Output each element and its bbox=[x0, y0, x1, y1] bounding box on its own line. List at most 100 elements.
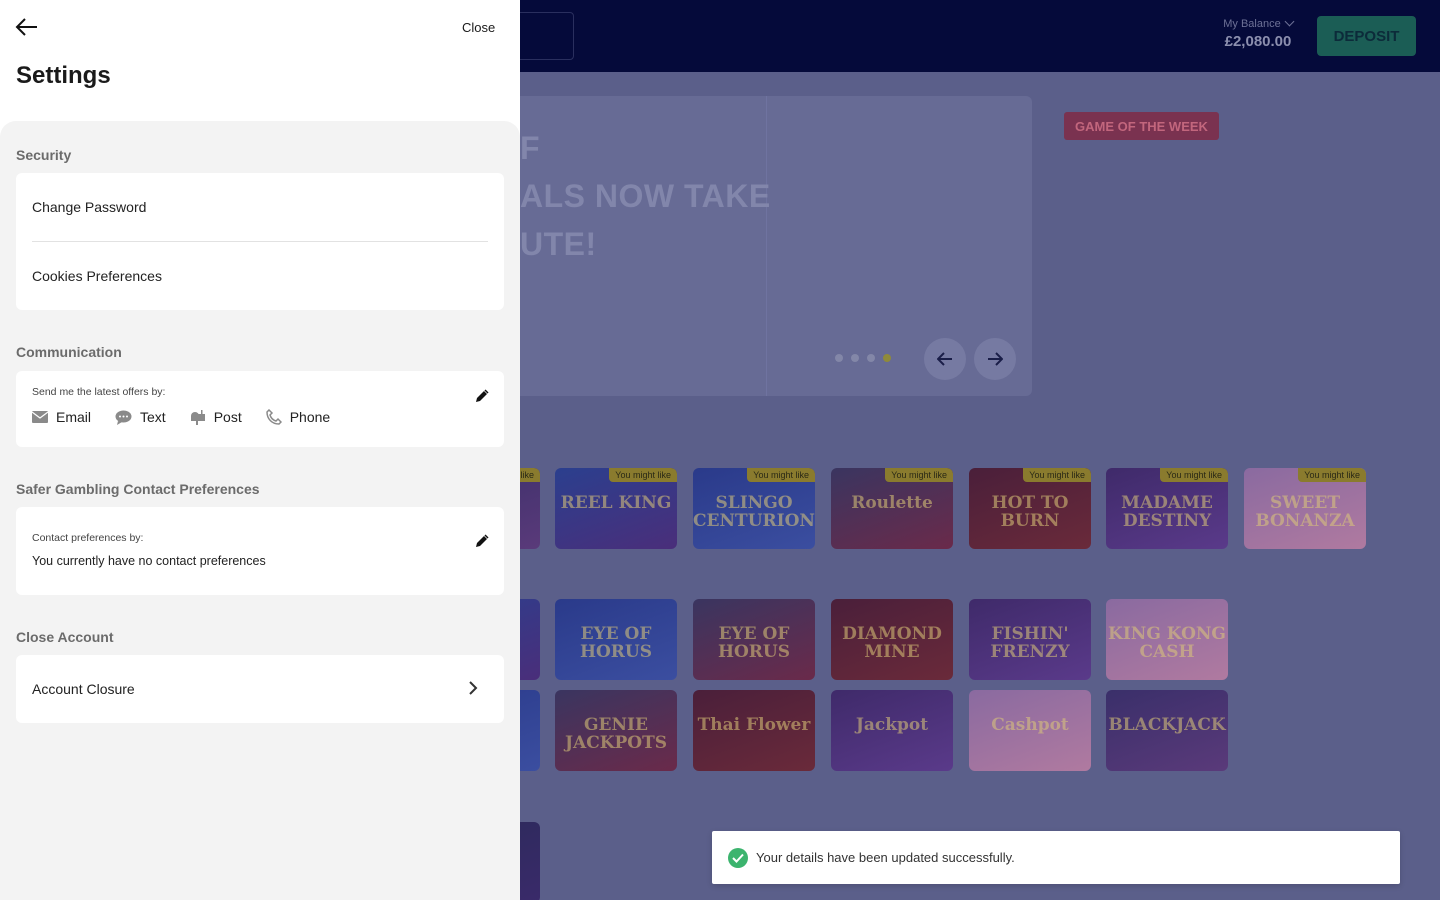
game-title: SWEET BONANZA bbox=[1255, 493, 1355, 531]
section-heading-communication: Communication bbox=[16, 344, 122, 360]
chevron-right-icon bbox=[469, 681, 478, 695]
game-tile[interactable]: DIAMOND MINE bbox=[831, 599, 953, 680]
banner-line: F bbox=[520, 130, 541, 166]
safer-gambling-card: Contact preferences by: You currently ha… bbox=[16, 507, 504, 595]
recommendation-badge: You might like bbox=[1298, 468, 1366, 482]
section-heading-close-account: Close Account bbox=[16, 629, 114, 645]
game-title: Thai Flower bbox=[697, 715, 811, 735]
game-title: GENIE JACKPOTS bbox=[564, 715, 668, 753]
channel-label: Post bbox=[213, 409, 242, 425]
arrow-left-icon bbox=[937, 352, 952, 366]
banner-headline: F ALS NOW TAKE UTE! bbox=[520, 124, 771, 268]
promo-banner: F ALS NOW TAKE UTE! bbox=[480, 96, 1032, 396]
toast-message: Your details have been updated successfu… bbox=[756, 850, 1015, 865]
carousel-dot[interactable] bbox=[851, 354, 859, 362]
game-of-the-week-label: GAME OF THE WEEK bbox=[1064, 112, 1219, 140]
game-tile[interactable]: Thai Flower bbox=[693, 690, 815, 771]
game-tile[interactable]: GENIE JACKPOTS bbox=[555, 690, 677, 771]
game-title: KING KONG CASH bbox=[1108, 624, 1226, 662]
close-button[interactable]: Close bbox=[462, 20, 495, 35]
game-title: EYE OF HORUS bbox=[579, 624, 653, 662]
game-title: EYE OF HORUS bbox=[717, 624, 791, 662]
settings-content: Security Change Password Cookies Prefere… bbox=[0, 121, 520, 900]
game-title: MADAME DESTINY bbox=[1121, 493, 1213, 531]
phone-icon bbox=[265, 409, 282, 425]
game-tile[interactable]: KING KONG CASH bbox=[1106, 599, 1228, 680]
arrow-left-icon bbox=[15, 17, 37, 36]
channel-text: Text bbox=[115, 409, 166, 425]
chat-bubble-icon bbox=[115, 410, 132, 425]
envelope-icon bbox=[32, 411, 48, 423]
cookies-preferences-link[interactable]: Cookies Preferences bbox=[32, 268, 162, 284]
divider bbox=[32, 241, 488, 242]
edit-communication-button[interactable] bbox=[474, 389, 490, 405]
check-circle-icon bbox=[728, 847, 748, 868]
game-title: SLINGO CENTURION bbox=[693, 493, 815, 531]
game-tile[interactable]: SLINGO CENTURION You might like bbox=[693, 468, 815, 549]
game-title: HOT TO BURN bbox=[991, 493, 1069, 531]
recommendation-badge: You might like bbox=[1160, 468, 1228, 482]
security-card: Change Password Cookies Preferences bbox=[16, 173, 504, 310]
recommendation-badge: You might like bbox=[1023, 468, 1091, 482]
carousel-dot[interactable] bbox=[835, 354, 843, 362]
deposit-button[interactable]: DEPOSIT bbox=[1317, 16, 1416, 56]
carousel-dot-active[interactable] bbox=[883, 354, 891, 362]
section-heading-security: Security bbox=[16, 147, 72, 163]
carousel-dot[interactable] bbox=[867, 354, 875, 362]
game-title: REEL KING bbox=[560, 493, 672, 513]
account-closure-label: Account Closure bbox=[32, 681, 135, 697]
pencil-icon bbox=[476, 534, 489, 547]
change-password-link[interactable]: Change Password bbox=[32, 199, 146, 215]
game-title: BLACKJACK bbox=[1108, 715, 1226, 735]
recommendation-badge: You might like bbox=[885, 468, 953, 482]
offers-label: Send me the latest offers by: bbox=[32, 386, 166, 398]
game-tile[interactable]: EYE OF HORUS bbox=[555, 599, 677, 680]
game-title: FISHIN' FRENZY bbox=[990, 624, 1070, 662]
channel-label: Text bbox=[140, 409, 166, 425]
settings-panel-header: Close Settings bbox=[0, 0, 520, 136]
banner-line: UTE! bbox=[520, 226, 597, 262]
arrow-right-icon bbox=[988, 352, 1003, 366]
game-tile[interactable]: REEL KING You might like bbox=[555, 468, 677, 549]
recommendation-badge: You might like bbox=[747, 468, 815, 482]
channel-phone: Phone bbox=[265, 409, 331, 425]
game-tile[interactable]: BLACKJACK bbox=[1106, 690, 1228, 771]
channel-label: Email bbox=[56, 409, 92, 425]
game-title: Cashpot bbox=[991, 715, 1069, 735]
pencil-icon bbox=[476, 389, 489, 402]
recommendation-badge: You might like bbox=[609, 468, 677, 482]
channel-list: Email Text Post Phone bbox=[32, 409, 354, 425]
contact-prefs-label: Contact preferences by: bbox=[32, 532, 144, 544]
account-closure-row[interactable]: Account Closure bbox=[16, 655, 504, 723]
game-tile[interactable]: SWEET BONANZA You might like bbox=[1244, 468, 1366, 549]
game-tile[interactable]: HOT TO BURN You might like bbox=[969, 468, 1091, 549]
banner-line: ALS NOW TAKE bbox=[520, 178, 771, 214]
back-button[interactable] bbox=[14, 16, 40, 40]
chevron-down-icon bbox=[1284, 16, 1295, 27]
game-title: Roulette bbox=[851, 493, 933, 513]
edit-safer-gambling-button[interactable] bbox=[474, 534, 490, 550]
section-heading-safer-gambling: Safer Gambling Contact Preferences bbox=[16, 481, 260, 497]
balance-widget[interactable]: My Balance £2,080.00 bbox=[1210, 16, 1306, 50]
carousel-dots bbox=[835, 354, 891, 362]
channel-email: Email bbox=[32, 409, 91, 425]
game-tile[interactable]: Cashpot bbox=[969, 690, 1091, 771]
communication-card: Send me the latest offers by: Email Text… bbox=[16, 371, 504, 447]
carousel-prev-button[interactable] bbox=[924, 338, 966, 380]
balance-label: My Balance bbox=[1223, 18, 1281, 30]
game-tile[interactable]: FISHIN' FRENZY bbox=[969, 599, 1091, 680]
game-tile[interactable]: Roulette You might like bbox=[831, 468, 953, 549]
page-title: Settings bbox=[16, 62, 111, 89]
settings-panel: Close Settings Security Change Password … bbox=[0, 0, 520, 900]
contact-prefs-value: You currently have no contact preference… bbox=[32, 554, 266, 568]
channel-post: Post bbox=[190, 409, 242, 425]
channel-label: Phone bbox=[289, 409, 331, 425]
game-tile[interactable]: Jackpot bbox=[831, 690, 953, 771]
balance-value: £2,080.00 bbox=[1224, 33, 1292, 50]
game-tile[interactable]: MADAME DESTINY You might like bbox=[1106, 468, 1228, 549]
game-title: DIAMOND MINE bbox=[842, 624, 942, 662]
game-title: Jackpot bbox=[855, 715, 929, 735]
carousel-next-button[interactable] bbox=[974, 338, 1016, 380]
success-toast: Your details have been updated successfu… bbox=[712, 831, 1400, 884]
game-tile[interactable]: EYE OF HORUS bbox=[693, 599, 815, 680]
